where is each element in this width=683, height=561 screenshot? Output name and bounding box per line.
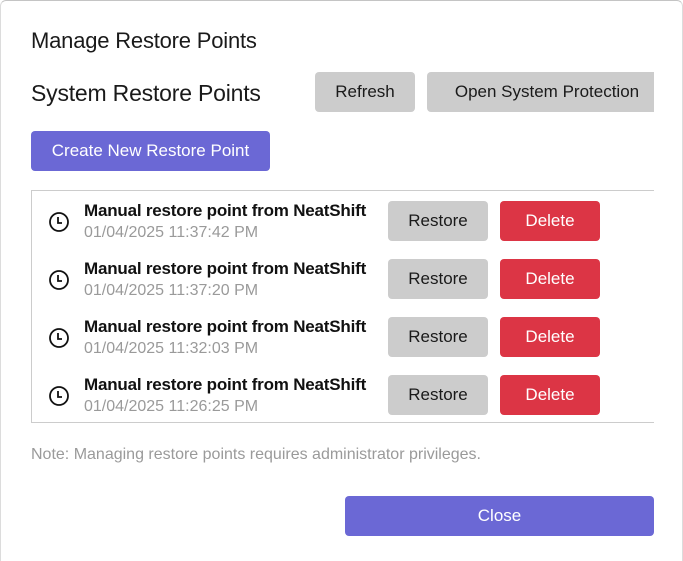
delete-button[interactable]: Delete — [500, 201, 600, 241]
restore-point-date: 01/04/2025 11:26:25 PM — [84, 398, 259, 415]
delete-button[interactable]: Delete — [500, 317, 600, 357]
list-item: Manual restore point from NeatShift 01/0… — [32, 191, 654, 249]
restore-point-date: 01/04/2025 11:37:42 PM — [84, 224, 259, 241]
section-title: System Restore Points — [31, 80, 261, 106]
dialog-title: Manage Restore Points — [31, 28, 257, 53]
restore-point-date: 01/04/2025 11:32:03 PM — [84, 340, 259, 357]
restore-point-name: Manual restore point from NeatShift — [84, 201, 367, 220]
delete-button[interactable]: Delete — [500, 375, 600, 415]
create-restore-point-button[interactable]: Create New Restore Point — [31, 131, 270, 171]
restore-point-name: Manual restore point from NeatShift — [84, 259, 367, 278]
open-system-protection-button[interactable]: Open System Protection — [427, 72, 654, 112]
close-button[interactable]: Close — [345, 496, 654, 536]
delete-button[interactable]: Delete — [500, 259, 600, 299]
restore-button[interactable]: Restore — [388, 259, 488, 299]
manage-restore-points-dialog: Manage Restore Points System Restore Poi… — [0, 0, 683, 561]
clock-icon — [48, 211, 70, 233]
refresh-button[interactable]: Refresh — [315, 72, 415, 112]
list-item: Manual restore point from NeatShift 01/0… — [32, 365, 654, 423]
clock-icon — [48, 385, 70, 407]
dialog-content: Manage Restore Points System Restore Poi… — [1, 1, 654, 561]
clock-icon — [48, 269, 70, 291]
list-item: Manual restore point from NeatShift 01/0… — [32, 307, 654, 365]
restore-point-name: Manual restore point from NeatShift — [84, 317, 367, 336]
clock-icon — [48, 327, 70, 349]
restore-button[interactable]: Restore — [388, 317, 488, 357]
restore-point-name: Manual restore point from NeatShift — [84, 375, 367, 394]
list-item: Manual restore point from NeatShift 01/0… — [32, 249, 654, 307]
restore-button[interactable]: Restore — [388, 201, 488, 241]
admin-note: Note: Managing restore points requires a… — [31, 446, 481, 463]
restore-points-list[interactable]: Manual restore point from NeatShift 01/0… — [31, 190, 654, 423]
restore-point-date: 01/04/2025 11:37:20 PM — [84, 282, 259, 299]
restore-button[interactable]: Restore — [388, 375, 488, 415]
